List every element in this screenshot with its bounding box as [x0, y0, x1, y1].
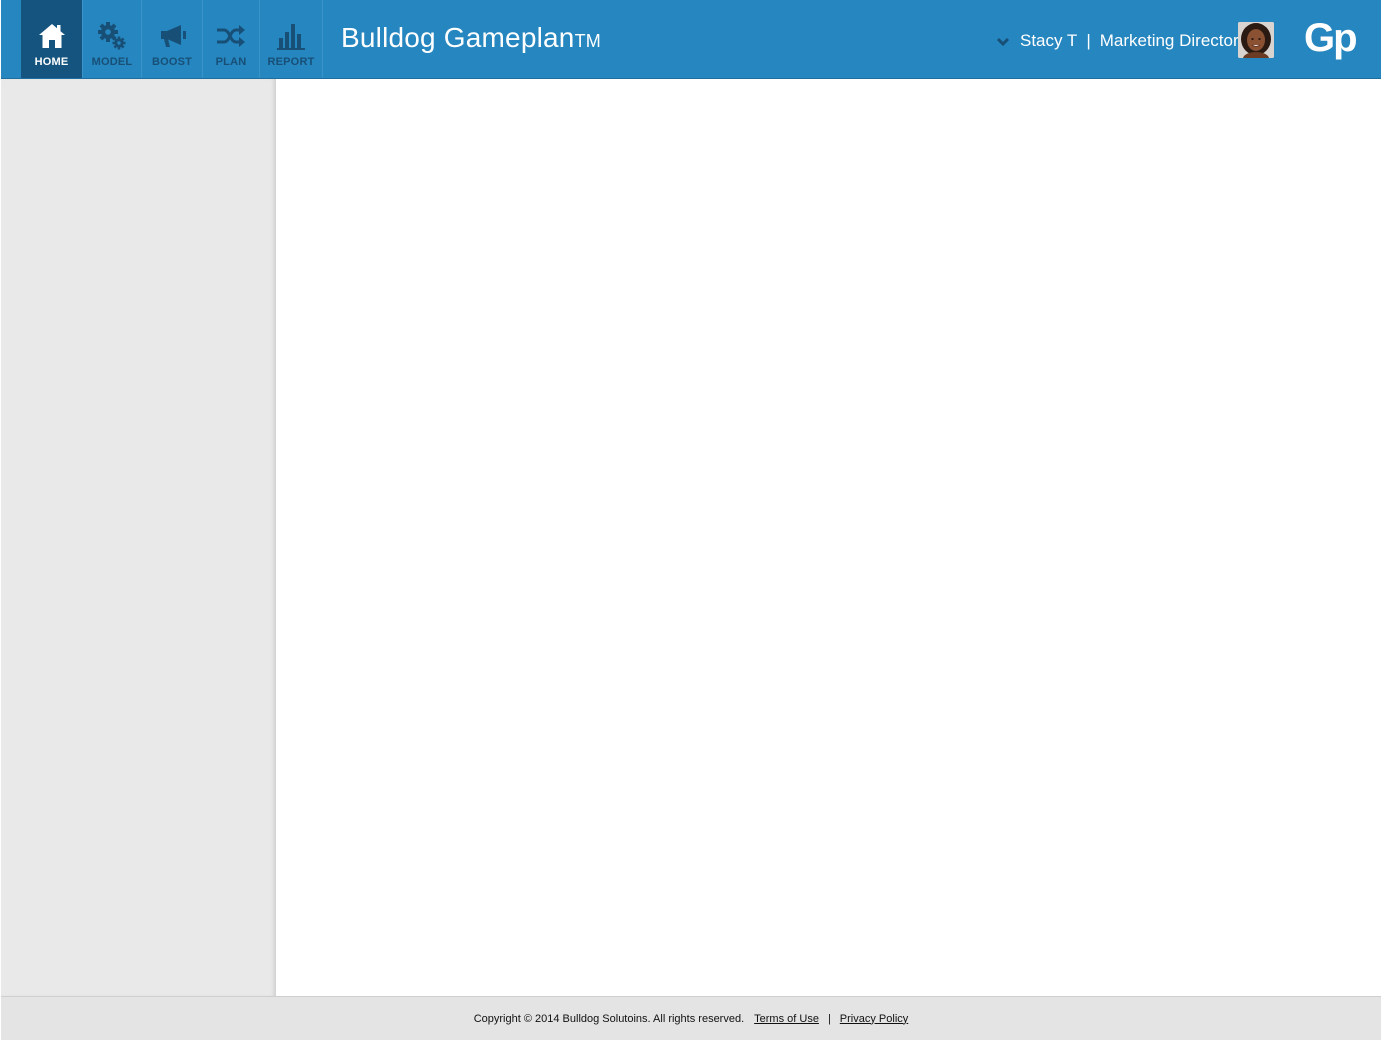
chevron-down-icon[interactable] [996, 34, 1010, 48]
user-name: Stacy T [1020, 31, 1078, 50]
main-nav: HOME MODEL BOOST PLAN REPORT [21, 0, 323, 78]
app-title: Bulldog GameplanTM [341, 22, 601, 54]
nav-home-label: HOME [34, 56, 69, 68]
shuffle-icon [215, 20, 247, 52]
app-title-text: Bulldog Gameplan [341, 22, 575, 53]
main-content [277, 79, 1381, 996]
sidebar-panel [1, 79, 276, 996]
user-menu[interactable]: Stacy T | Marketing Director [996, 24, 1239, 58]
top-bar: HOME MODEL BOOST PLAN REPORT Bulldog Gam… [1, 0, 1381, 79]
nav-boost[interactable]: BOOST [142, 0, 203, 78]
nav-plan[interactable]: PLAN [203, 0, 260, 78]
user-separator: | [1086, 31, 1091, 50]
nav-report[interactable]: REPORT [260, 0, 323, 78]
nav-report-label: REPORT [267, 56, 315, 68]
gears-icon [96, 20, 128, 52]
nav-plan-label: PLAN [215, 56, 247, 68]
avatar[interactable] [1238, 22, 1274, 58]
nav-model[interactable]: MODEL [83, 0, 142, 78]
user-role: Marketing Director [1099, 31, 1239, 50]
privacy-policy-link[interactable]: Privacy Policy [840, 1013, 908, 1025]
footer: Copyright © 2014 Bulldog Solutoins. All … [1, 996, 1381, 1040]
gameplan-logo[interactable]: Gp [1304, 16, 1358, 61]
copyright-text: Copyright © 2014 Bulldog Solutoins. All … [473, 1012, 745, 1025]
nav-model-label: MODEL [91, 56, 133, 68]
nav-boost-label: BOOST [151, 56, 193, 68]
footer-separator: | [827, 1012, 831, 1025]
terms-of-use-link[interactable]: Terms of Use [754, 1013, 819, 1025]
megaphone-icon [156, 20, 188, 52]
trademark-symbol: TM [574, 31, 601, 51]
home-icon [36, 20, 68, 52]
app-window: HOME MODEL BOOST PLAN REPORT Bulldog Gam… [0, 0, 1382, 1040]
bar-chart-icon [275, 20, 307, 52]
nav-home[interactable]: HOME [21, 0, 83, 78]
